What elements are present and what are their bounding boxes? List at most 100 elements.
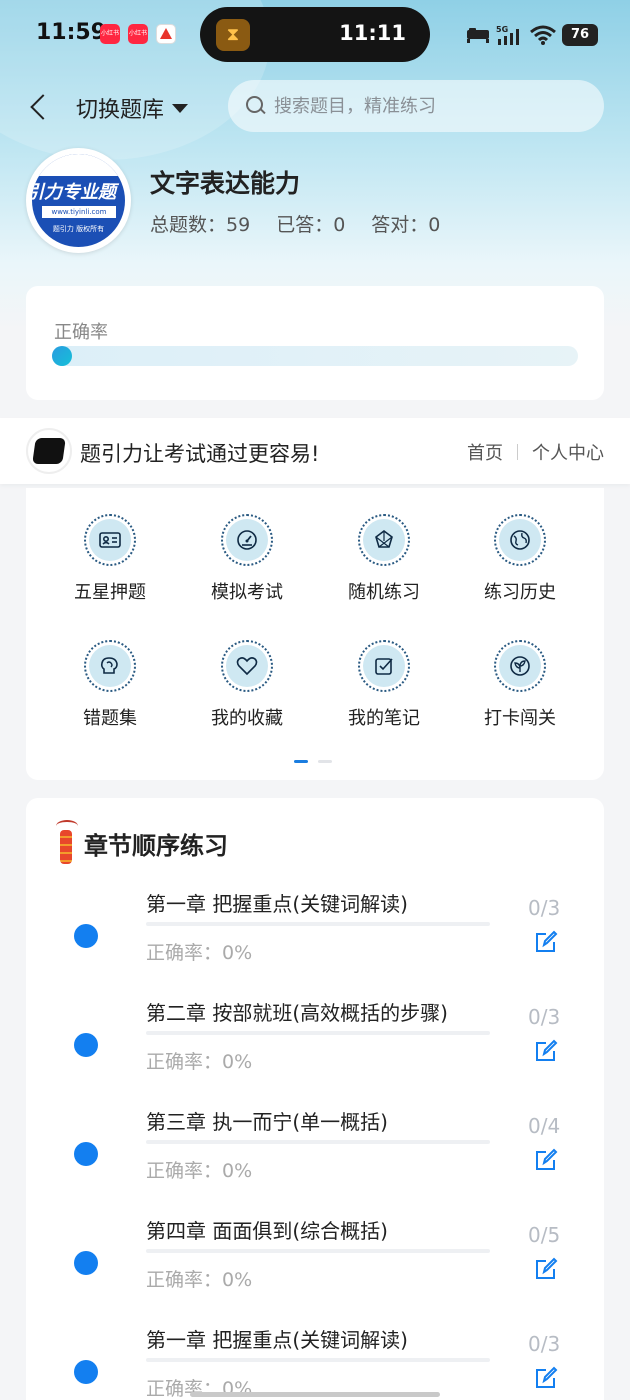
feature-label: 练习历史 (484, 582, 556, 603)
total-questions: 总题数：59 (150, 214, 251, 236)
switch-bank-label: 切换题库 (76, 98, 165, 123)
chapter-count: 0/3 (528, 1332, 561, 1356)
feature-label: 我的收藏 (211, 708, 283, 729)
profile-link[interactable]: 个人中心 (532, 439, 604, 465)
chapter-count: 0/3 (528, 896, 561, 920)
chapter-name: 第三章 执一而宁(单一概括) (146, 1110, 388, 1134)
chapter-accuracy: 正确率：0% (146, 1160, 253, 1182)
feature-check-in[interactable]: 打卡闯关 (450, 640, 590, 730)
search-bar[interactable] (228, 80, 604, 132)
edit-icon[interactable] (534, 1257, 558, 1281)
caret-down-icon (172, 103, 189, 113)
logo-subtitle: 题引力 版权所有 (52, 225, 105, 233)
feature-label: 随机练习 (348, 582, 420, 603)
chapter-dot (74, 1360, 98, 1384)
edit-icon[interactable] (534, 1148, 558, 1172)
brand-logo-icon (26, 428, 72, 474)
accuracy-label: 正确率 (54, 322, 108, 343)
chapter-dot (74, 1142, 98, 1166)
chapter-progress-bar (146, 922, 490, 926)
shuffle-icon (363, 519, 405, 561)
section-title: 章节顺序练习 (84, 831, 228, 860)
wifi-icon (530, 25, 556, 45)
feature-label: 五星押题 (74, 582, 146, 603)
feature-label: 打卡闯关 (484, 708, 556, 729)
link-divider (517, 444, 518, 460)
home-link[interactable]: 首页 (467, 439, 503, 465)
accuracy-progress-bar (52, 346, 578, 366)
note-icon (363, 645, 405, 687)
feature-label: 错题集 (83, 708, 137, 729)
bank-title: 文字表达能力 (150, 169, 301, 198)
logo-title: 引力专业题 (32, 182, 116, 203)
search-icon (246, 96, 266, 116)
chapter-accuracy: 正确率：0% (146, 1051, 253, 1073)
feature-wrong-questions[interactable]: 错题集 (40, 640, 180, 730)
chapter-practice-card: 章节顺序练习 第一章 把握重点(关键词解读) 正确率：0% 0/3 第二章 按部… (26, 798, 604, 1400)
gauge-icon (226, 519, 268, 561)
logo-url: www.tiyinli.com (42, 206, 116, 218)
search-input[interactable] (274, 95, 574, 117)
notification-app-icon: 小红书 (100, 24, 120, 44)
chapter-progress-bar (146, 1358, 490, 1362)
status-bar: 11:59 小红书 小红书 ⧗ 11:11 5G 76 (0, 0, 630, 70)
accuracy-card: 正确率 (26, 286, 604, 400)
chapter-row[interactable]: 第二章 按部就班(高效概括的步骤) 正确率：0% 0/3 (26, 993, 604, 1101)
chapter-name: 第一章 把握重点(关键词解读) (146, 1328, 408, 1352)
home-indicator[interactable] (190, 1392, 440, 1397)
page-dot-active[interactable] (294, 760, 308, 763)
chapter-name: 第二章 按部就班(高效概括的步骤) (146, 1001, 448, 1025)
island-time: 11:11 (339, 21, 406, 45)
edit-icon[interactable] (534, 1039, 558, 1063)
id-card-icon (89, 519, 131, 561)
chapter-dot (74, 1251, 98, 1275)
status-time: 11:59 (36, 20, 107, 45)
chapter-name: 第一章 把握重点(关键词解读) (146, 892, 408, 916)
page-indicator (294, 760, 332, 763)
accuracy-progress-fill (52, 346, 72, 366)
chapter-row[interactable]: 第一章 把握重点(关键词解读) 正确率：0% 0/3 (26, 1320, 604, 1400)
answered-count: 已答：0 (276, 214, 346, 236)
bed-icon (467, 28, 489, 43)
top-navigation: 切换题库 (0, 80, 630, 134)
feature-notes[interactable]: 我的笔记 (314, 640, 454, 730)
edit-icon[interactable] (534, 1366, 558, 1390)
feature-random-practice[interactable]: 随机练习 (314, 514, 454, 604)
signal-icon: 5G (496, 25, 519, 45)
page-dot[interactable] (318, 760, 332, 763)
feature-grid: 五星押题 模拟考试 随机练习 练习历史 错题集 我的收藏 我的笔记 打卡闯关 (26, 488, 604, 780)
brand-banner: 题引力让考试通过更容易! 首页 个人中心 (0, 418, 630, 484)
switch-bank-dropdown[interactable]: 切换题库 (76, 92, 189, 124)
brand-slogan: 题引力让考试通过更容易! (80, 442, 320, 466)
back-button[interactable] (24, 88, 54, 124)
feature-mock-exam[interactable]: 模拟考试 (177, 514, 317, 604)
chapter-dot (74, 924, 98, 948)
chapter-section-header: 章节顺序练习 (52, 820, 228, 866)
chapter-progress-bar (146, 1140, 490, 1144)
banner-links: 首页 个人中心 (467, 439, 604, 465)
chapter-count: 0/3 (528, 1005, 561, 1029)
feature-five-star[interactable]: 五星押题 (40, 514, 180, 604)
feature-history[interactable]: 练习历史 (450, 514, 590, 604)
svg-text:5G: 5G (496, 25, 508, 34)
chapter-row[interactable]: 第三章 执一而宁(单一概括) 正确率：0% 0/4 (26, 1102, 604, 1210)
chapter-accuracy: 正确率：0% (146, 942, 253, 964)
brain-icon (89, 645, 131, 687)
chapter-name: 第四章 面面俱到(综合概括) (146, 1219, 388, 1243)
chapter-row[interactable]: 第一章 把握重点(关键词解读) 正确率：0% 0/3 (26, 884, 604, 992)
chapter-count: 0/4 (528, 1114, 561, 1138)
leaf-icon (499, 645, 541, 687)
chapter-progress-bar (146, 1031, 490, 1035)
hourglass-icon: ⧗ (216, 19, 250, 51)
feature-favorites[interactable]: 我的收藏 (177, 640, 317, 730)
notification-app-icon: 小红书 (128, 24, 148, 44)
question-bank-logo: 引力专业题 www.tiyinli.com 题引力 版权所有 (26, 148, 131, 253)
feature-label: 我的笔记 (348, 708, 420, 729)
heart-icon (226, 645, 268, 687)
chapter-row[interactable]: 第四章 面面俱到(综合概括) 正确率：0% 0/5 (26, 1211, 604, 1319)
chapter-dot (74, 1033, 98, 1057)
bank-stats: 总题数：59 已答：0 答对：0 (150, 210, 440, 237)
chapter-count: 0/5 (528, 1223, 561, 1247)
edit-icon[interactable] (534, 930, 558, 954)
dynamic-island: ⧗ 11:11 (200, 7, 430, 62)
